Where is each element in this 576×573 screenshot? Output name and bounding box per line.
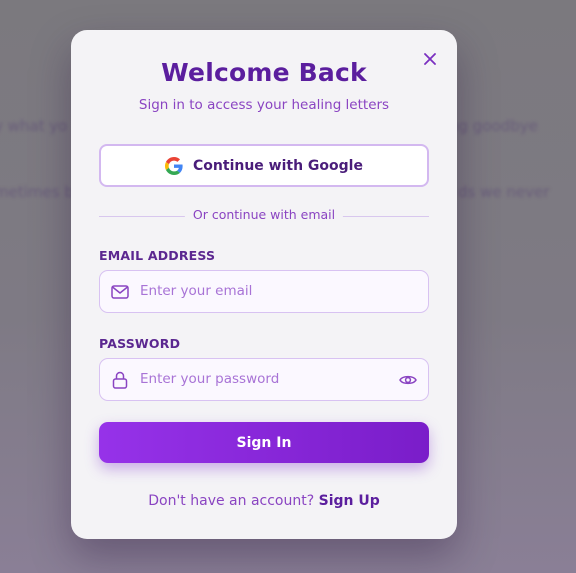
email-input[interactable]	[140, 271, 380, 311]
signup-prompt: Don't have an account? Sign Up	[71, 493, 457, 509]
background-text: y what yo	[0, 117, 68, 135]
modal-title: Welcome Back	[161, 58, 367, 87]
toggle-password-visibility-button[interactable]	[398, 370, 418, 390]
background-text: ng goodbye	[449, 117, 538, 135]
sign-in-button[interactable]: Sign In	[99, 422, 429, 463]
divider-text: Or continue with email	[184, 207, 344, 222]
password-field-wrapper[interactable]	[99, 358, 429, 401]
modal-subtitle: Sign in to access your healing letters	[138, 97, 390, 113]
password-input[interactable]	[140, 359, 380, 399]
google-signin-button[interactable]: Continue with Google	[99, 144, 429, 187]
login-modal: Welcome Back Sign in to access your heal…	[71, 30, 457, 539]
lock-icon	[110, 370, 130, 390]
email-field-wrapper[interactable]	[99, 270, 429, 313]
eye-icon	[399, 375, 417, 385]
mail-icon	[110, 282, 130, 302]
background-text: metimes b	[0, 183, 74, 201]
google-button-label: Continue with Google	[193, 157, 363, 174]
or-divider: Or continue with email	[99, 207, 429, 225]
background-text: ds we never	[458, 183, 550, 201]
email-label: EMAIL ADDRESS	[99, 248, 216, 263]
sign-up-link[interactable]: Sign Up	[319, 493, 380, 509]
signup-prompt-text: Don't have an account?	[148, 493, 319, 509]
password-label: PASSWORD	[99, 336, 181, 351]
google-icon	[165, 156, 183, 175]
sign-in-label: Sign In	[236, 434, 292, 451]
